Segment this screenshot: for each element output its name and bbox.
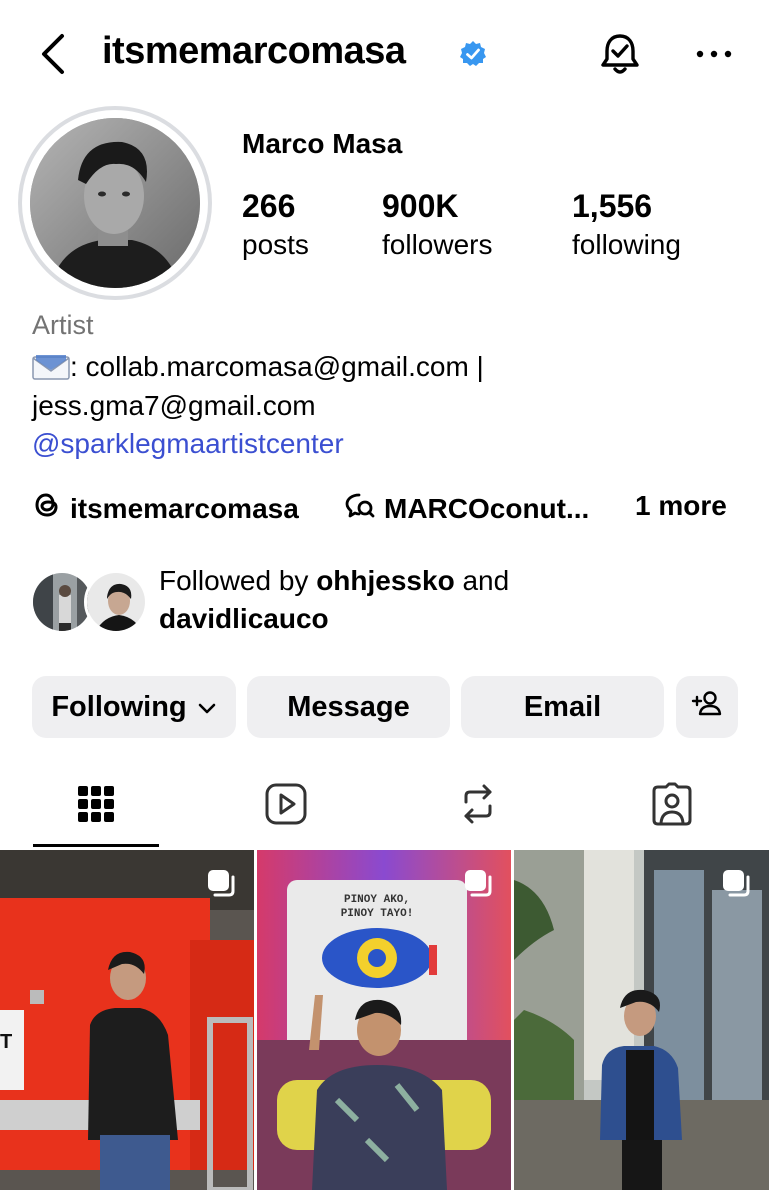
posts-grid: T PINOY AKO, PINOY TAYO! bbox=[0, 850, 769, 1200]
grid-icon bbox=[77, 785, 115, 828]
multiple-photos-icon bbox=[721, 868, 751, 898]
profile-avatar[interactable] bbox=[18, 106, 212, 300]
reels-icon bbox=[264, 782, 308, 831]
tab-tagged[interactable] bbox=[582, 764, 762, 848]
profile-full-name: Marco Masa bbox=[242, 128, 403, 159]
more-links-label: 1 more bbox=[635, 490, 727, 521]
multiple-photos-icon bbox=[463, 868, 493, 898]
broadcast-channel-icon bbox=[342, 490, 376, 527]
active-tab-indicator bbox=[33, 844, 159, 847]
reposts-icon bbox=[458, 782, 498, 831]
grid-post-2[interactable]: PINOY AKO, PINOY TAYO! bbox=[257, 850, 511, 1190]
email-button[interactable]: Email bbox=[461, 676, 664, 738]
threads-link[interactable]: itsmemarcomasa bbox=[32, 490, 299, 527]
mutual-user-2: davidlicauco bbox=[159, 603, 329, 634]
posts-stat[interactable]: 266 posts bbox=[242, 186, 309, 264]
followed-by-prefix: Followed by bbox=[159, 565, 317, 596]
tab-reposts[interactable] bbox=[388, 764, 568, 848]
bio-line-1: : collab.marcomasa@gmail.com | bbox=[70, 351, 484, 382]
followers-label: followers bbox=[382, 229, 493, 260]
tab-reels[interactable] bbox=[196, 764, 376, 848]
followed-by-joiner: and bbox=[454, 565, 510, 596]
followers-stat[interactable]: 900K followers bbox=[382, 186, 492, 264]
following-button-label: Following bbox=[51, 690, 187, 723]
add-person-icon bbox=[691, 689, 723, 725]
profile-header: itsmemarcomasa bbox=[0, 0, 769, 110]
bio-mention-link[interactable]: @sparklegmaartistcenter bbox=[32, 425, 344, 463]
envelope-icon bbox=[32, 352, 70, 380]
following-stat[interactable]: 1,556 following bbox=[572, 186, 681, 264]
followed-by-text[interactable]: Followed by ohhjessko and davidlicauco bbox=[159, 562, 719, 638]
suggested-users-button[interactable] bbox=[676, 676, 738, 738]
multiple-photos-icon bbox=[206, 868, 236, 898]
tab-posts-grid[interactable] bbox=[6, 764, 186, 848]
back-arrow-icon[interactable] bbox=[36, 32, 72, 76]
post-1-sign-text: T bbox=[0, 1031, 12, 1053]
verified-badge-icon bbox=[459, 40, 487, 68]
post-2-sign-line-2: PINOY TAYO! bbox=[341, 908, 414, 920]
channel-link[interactable]: MARCOconut... bbox=[342, 490, 589, 527]
following-label: following bbox=[572, 229, 681, 260]
more-links-button[interactable]: 1 more bbox=[635, 490, 727, 522]
profile-username: itsmemarcomasa bbox=[102, 30, 406, 72]
tagged-person-icon bbox=[650, 782, 694, 831]
following-button[interactable]: Following bbox=[32, 676, 236, 738]
more-options-icon[interactable] bbox=[694, 44, 734, 64]
email-button-label: Email bbox=[523, 690, 602, 723]
posts-count: 266 bbox=[242, 188, 296, 224]
following-count: 1,556 bbox=[572, 188, 653, 224]
threads-username: itsmemarcomasa bbox=[70, 492, 299, 524]
followers-count: 900K bbox=[382, 188, 459, 224]
bio-email-line: : collab.marcomasa@gmail.com | bbox=[32, 348, 484, 386]
mutual-avatar-2 bbox=[84, 570, 148, 634]
bio-category: Artist bbox=[32, 310, 94, 340]
grid-post-1[interactable]: T bbox=[0, 850, 254, 1190]
bio-line-2: jess.gma7@gmail.com bbox=[32, 390, 316, 421]
avatar-photo bbox=[30, 118, 200, 288]
posts-label: posts bbox=[242, 229, 309, 260]
mutual-user-1: ohhjessko bbox=[316, 565, 455, 596]
mutual-followers-avatars[interactable] bbox=[30, 570, 150, 636]
chevron-down-icon bbox=[197, 691, 217, 724]
grid-post-3[interactable] bbox=[514, 850, 769, 1190]
post-2-sign-line-1: PINOY AKO, bbox=[344, 894, 410, 906]
message-button-label: Message bbox=[287, 690, 410, 723]
notification-bell-icon[interactable] bbox=[598, 30, 642, 78]
threads-icon bbox=[32, 490, 62, 527]
channel-name: MARCOconut... bbox=[384, 492, 590, 524]
profile-links-row: itsmemarcomasa MARCOconut... 1 more bbox=[32, 490, 742, 530]
message-button[interactable]: Message bbox=[247, 676, 450, 738]
